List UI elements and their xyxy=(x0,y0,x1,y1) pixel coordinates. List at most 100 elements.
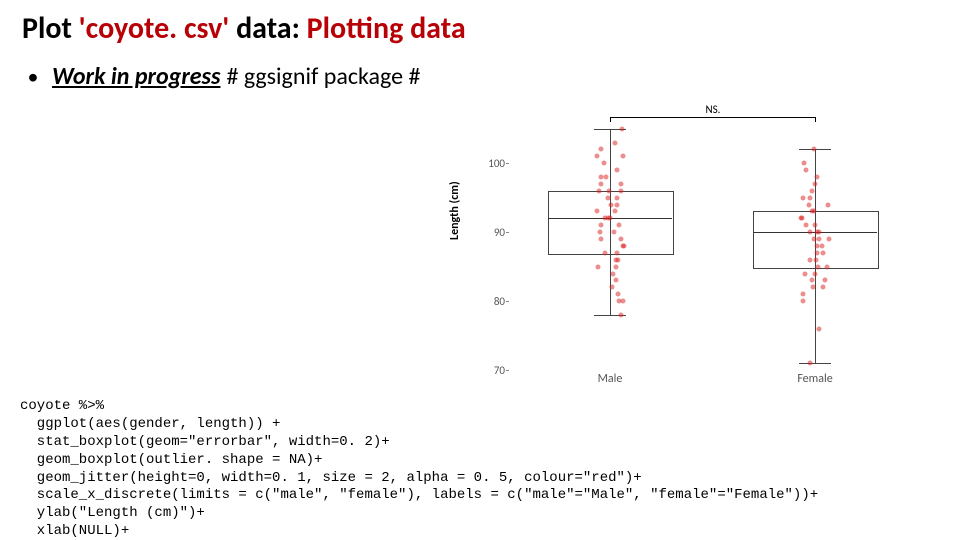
jitter-point xyxy=(816,237,821,242)
ytick-line-80 xyxy=(506,301,509,302)
ytick-100: 100 xyxy=(483,157,505,170)
jitter-point xyxy=(598,181,603,186)
jitter-point xyxy=(619,237,624,242)
slide-title: Plot 'coyote. csv' data: Plotting data xyxy=(22,10,466,47)
jitter-point xyxy=(599,237,604,242)
jitter-point xyxy=(812,271,817,276)
jitter-point xyxy=(807,230,812,235)
jitter-point xyxy=(598,223,603,228)
jitter-point xyxy=(595,264,600,269)
jitter-point xyxy=(607,216,612,221)
jitter-point xyxy=(603,175,608,180)
chart: NS. 100 90 80 70 Length (cm) Male Female xyxy=(453,110,933,395)
signif-tick-left xyxy=(610,117,611,122)
bullet-line: • Work in progress # ggsignif package # xyxy=(22,62,420,91)
jitter-point xyxy=(800,216,805,221)
jitter-point xyxy=(820,243,825,248)
jitter-point xyxy=(618,312,623,317)
jitter-point xyxy=(612,140,617,145)
bullet-wip: Work in progress xyxy=(52,62,220,91)
jitter-point xyxy=(826,237,831,242)
jitter-point xyxy=(621,154,626,159)
jitter-point xyxy=(816,264,821,269)
jitter-point xyxy=(803,271,808,276)
code-line: geom_boxplot(outlier. shape = NA)+ xyxy=(20,452,322,468)
jitter-point xyxy=(613,257,618,262)
jitter-point xyxy=(801,299,806,304)
jitter-point xyxy=(620,299,625,304)
ytick-80: 80 xyxy=(483,295,505,308)
jitter-point xyxy=(610,271,615,276)
chart-ylabel: Length (cm) xyxy=(448,181,462,240)
jitter-point xyxy=(807,361,812,366)
code-line: coyote %>% xyxy=(20,398,104,414)
jitter-point xyxy=(615,168,620,173)
title-red1: 'coyote. csv' xyxy=(79,10,230,47)
jitter-point xyxy=(808,257,813,262)
code-line: xlab(NULL)+ xyxy=(20,523,129,539)
jitter-point xyxy=(800,195,805,200)
ytick-line-100 xyxy=(506,163,509,164)
jitter-point xyxy=(812,223,817,228)
jitter-point xyxy=(806,202,811,207)
jitter-point xyxy=(617,223,622,228)
bullet-icon: • xyxy=(22,66,44,88)
jitter-point xyxy=(809,278,814,283)
ytick-line-90 xyxy=(506,232,509,233)
jitter-point xyxy=(601,161,606,166)
signif-bracket xyxy=(610,117,815,118)
jitter-point xyxy=(595,209,600,214)
jitter-point xyxy=(810,285,815,290)
male-box xyxy=(548,191,674,255)
jitter-point xyxy=(814,250,819,255)
chart-plotarea: NS. xyxy=(508,115,918,370)
jitter-point xyxy=(812,147,817,152)
jitter-point xyxy=(825,264,830,269)
bullet-rest: # ggsignif package # xyxy=(226,62,420,91)
ytick-line-70 xyxy=(506,370,509,371)
jitter-point xyxy=(800,292,805,297)
jitter-point xyxy=(817,326,822,331)
jitter-point xyxy=(614,250,619,255)
jitter-point xyxy=(606,195,611,200)
jitter-point xyxy=(619,188,624,193)
jitter-point xyxy=(612,209,617,214)
jitter-point xyxy=(618,181,623,186)
jitter-point xyxy=(814,243,819,248)
jitter-point xyxy=(825,202,830,207)
jitter-point xyxy=(599,147,604,152)
title-part2: data: xyxy=(229,10,306,47)
jitter-point xyxy=(613,264,618,269)
female-cap-bot xyxy=(799,363,831,364)
code-line: stat_boxplot(geom="errorbar", width=0. 2… xyxy=(20,434,390,450)
jitter-point xyxy=(620,126,625,131)
jitter-point xyxy=(810,188,815,193)
jitter-point xyxy=(820,285,825,290)
jitter-point xyxy=(804,168,809,173)
title-red2: Plotting data xyxy=(307,10,466,47)
jitter-point xyxy=(807,195,812,200)
code-line: ylab("Length (cm)")+ xyxy=(20,505,205,521)
jitter-point xyxy=(597,230,602,235)
jitter-point xyxy=(609,202,614,207)
jitter-point xyxy=(607,188,612,193)
code-line: scale_x_discrete(limits = c("male", "fem… xyxy=(20,487,818,503)
code-line: geom_jitter(height=0, width=0. 1, size =… xyxy=(20,470,642,486)
jitter-point xyxy=(612,230,617,235)
jitter-point xyxy=(821,250,826,255)
code-line: ggplot(aes(gender, length)) + xyxy=(20,416,280,432)
jitter-point xyxy=(594,154,599,159)
jitter-point xyxy=(813,257,818,262)
signif-label: NS. xyxy=(706,103,721,116)
jitter-point xyxy=(609,285,614,290)
jitter-point xyxy=(621,243,626,248)
code-block: coyote %>% ggplot(aes(gender, length)) +… xyxy=(20,380,818,540)
jitter-point xyxy=(815,230,820,235)
title-part1: Plot xyxy=(22,10,79,47)
ytick-70: 70 xyxy=(483,364,505,377)
jitter-point xyxy=(597,188,602,193)
jitter-point xyxy=(813,181,818,186)
jitter-point xyxy=(823,278,828,283)
jitter-point xyxy=(804,223,809,228)
jitter-point xyxy=(801,161,806,166)
